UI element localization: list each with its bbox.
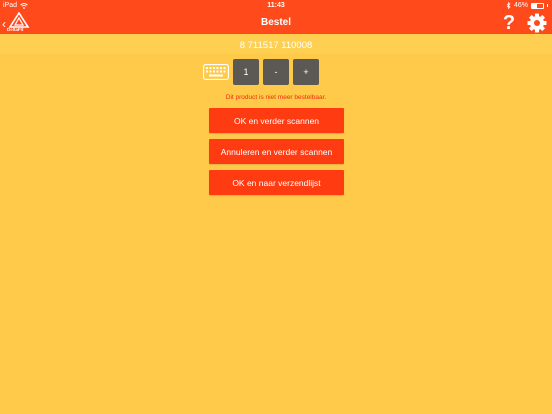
nav-bar: ‹ DeltaFit Bestel ?: [0, 12, 552, 34]
battery-tip: [547, 4, 548, 7]
status-time: 11:43: [267, 2, 285, 9]
ok-to-shipping-list-button[interactable]: OK en naar verzendlijst: [209, 170, 344, 195]
battery-icon: [531, 2, 544, 9]
battery-percent: 46%: [513, 2, 528, 9]
decrement-button[interactable]: -: [263, 59, 289, 85]
increment-button[interactable]: +: [293, 59, 319, 85]
battery-fill: [532, 3, 538, 8]
cancel-continue-scanning-button[interactable]: Annuleren en verder scannen: [209, 139, 344, 164]
help-icon[interactable]: ?: [499, 12, 519, 34]
error-message: Dit product is niet meer bestelbaar.: [225, 94, 327, 101]
quantity-field[interactable]: 1: [233, 59, 259, 85]
gear-icon[interactable]: [527, 13, 547, 33]
keyboard-icon[interactable]: [203, 64, 229, 80]
bluetooth-icon: [506, 2, 511, 9]
status-right: 46%: [506, 2, 548, 9]
status-bar: iPad 11:43 46%: [0, 0, 552, 12]
barcode-value: 8 711517 110008: [239, 40, 313, 51]
page-title: Bestel: [260, 17, 291, 28]
ok-continue-scanning-button[interactable]: OK en verder scannen: [209, 108, 344, 133]
